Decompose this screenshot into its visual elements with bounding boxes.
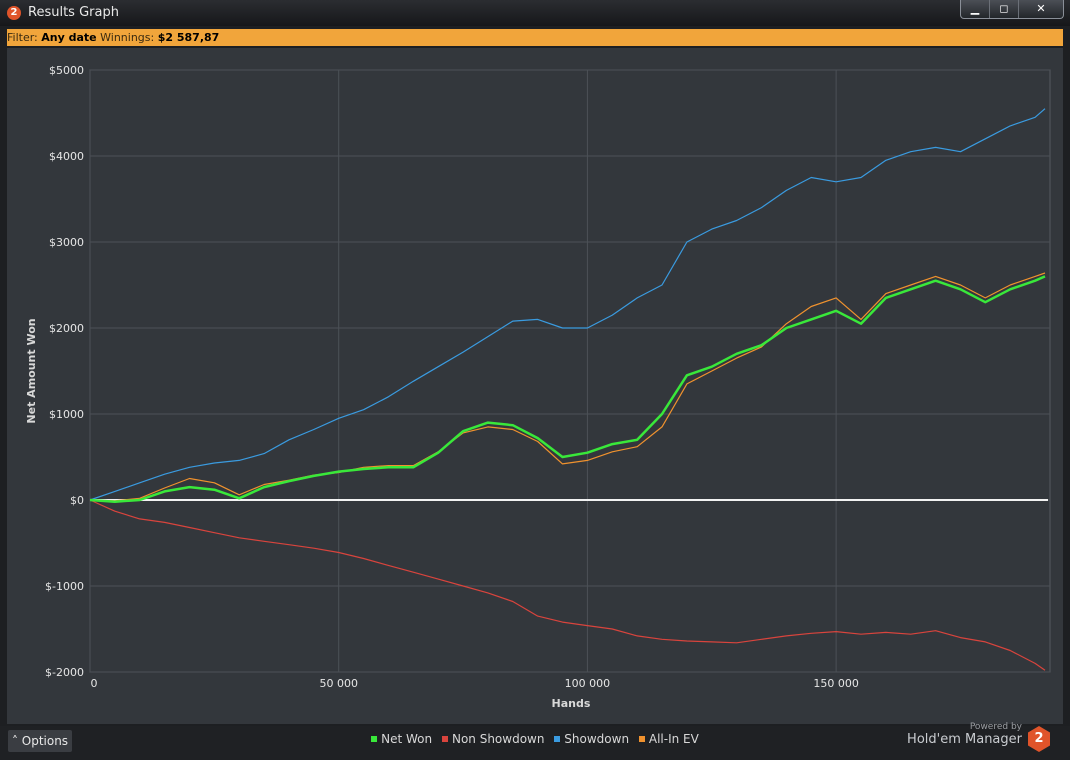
x-tick-label: 100 000 xyxy=(565,677,611,690)
y-tick-label: $-2000 xyxy=(45,666,84,679)
plot-area xyxy=(89,69,1051,673)
y-tick-label: $5000 xyxy=(49,64,84,77)
legend-item-all-in-ev[interactable]: All-In EV xyxy=(638,732,699,746)
y-tick-label: $-1000 xyxy=(45,580,84,593)
powered-by-text: Powered by xyxy=(969,722,1022,732)
legend-item-showdown[interactable]: Showdown xyxy=(554,732,629,746)
bottom-bar: ˄ Options Net Won Non Showdown Showdown … xyxy=(0,722,1070,760)
legend-label: Non Showdown xyxy=(451,732,545,746)
x-axis-ticks: 0 50 000 100 000 150 000 xyxy=(91,677,859,690)
non-showdown-swatch-icon xyxy=(441,736,448,742)
legend-label: Showdown xyxy=(564,732,630,746)
results-graph-window: 2 Results Graph ▁ ◻ ✕ Filter: Any date W… xyxy=(0,0,1070,760)
y-tick-label: $3000 xyxy=(49,236,84,249)
x-tick-label: 150 000 xyxy=(813,677,859,690)
y-axis-ticks: $-2000 $-1000 $0 $1000 $2000 $3000 $4000 $5000 xyxy=(45,64,84,679)
hem-logo-icon: 2 xyxy=(1028,726,1050,752)
y-tick-label: $4000 xyxy=(49,150,84,163)
x-tick-label: 50 000 xyxy=(319,677,358,690)
x-tick-label: 0 xyxy=(91,677,98,690)
legend-item-non-showdown[interactable]: Non Showdown xyxy=(441,732,545,746)
all-in-ev-swatch-icon xyxy=(638,736,645,742)
brand-name: Hold'em Manager xyxy=(907,732,1022,747)
x-axis-label: Hands xyxy=(552,697,591,710)
legend-item-net-won[interactable]: Net Won xyxy=(371,732,432,746)
legend-label: Net Won xyxy=(381,732,433,746)
showdown-swatch-icon xyxy=(554,736,561,742)
y-tick-label: $0 xyxy=(70,494,84,507)
brand: Powered by Hold'em Manager xyxy=(907,722,1022,747)
y-tick-label: $2000 xyxy=(49,322,84,335)
y-axis-label: Net Amount Won xyxy=(25,318,38,423)
y-tick-label: $1000 xyxy=(49,408,84,421)
net-won-swatch-icon xyxy=(371,736,378,742)
legend-label: All-In EV xyxy=(648,732,699,746)
results-chart: $-2000$-1000$0$1000$2000$3000$4000$5000 … xyxy=(25,64,1051,710)
